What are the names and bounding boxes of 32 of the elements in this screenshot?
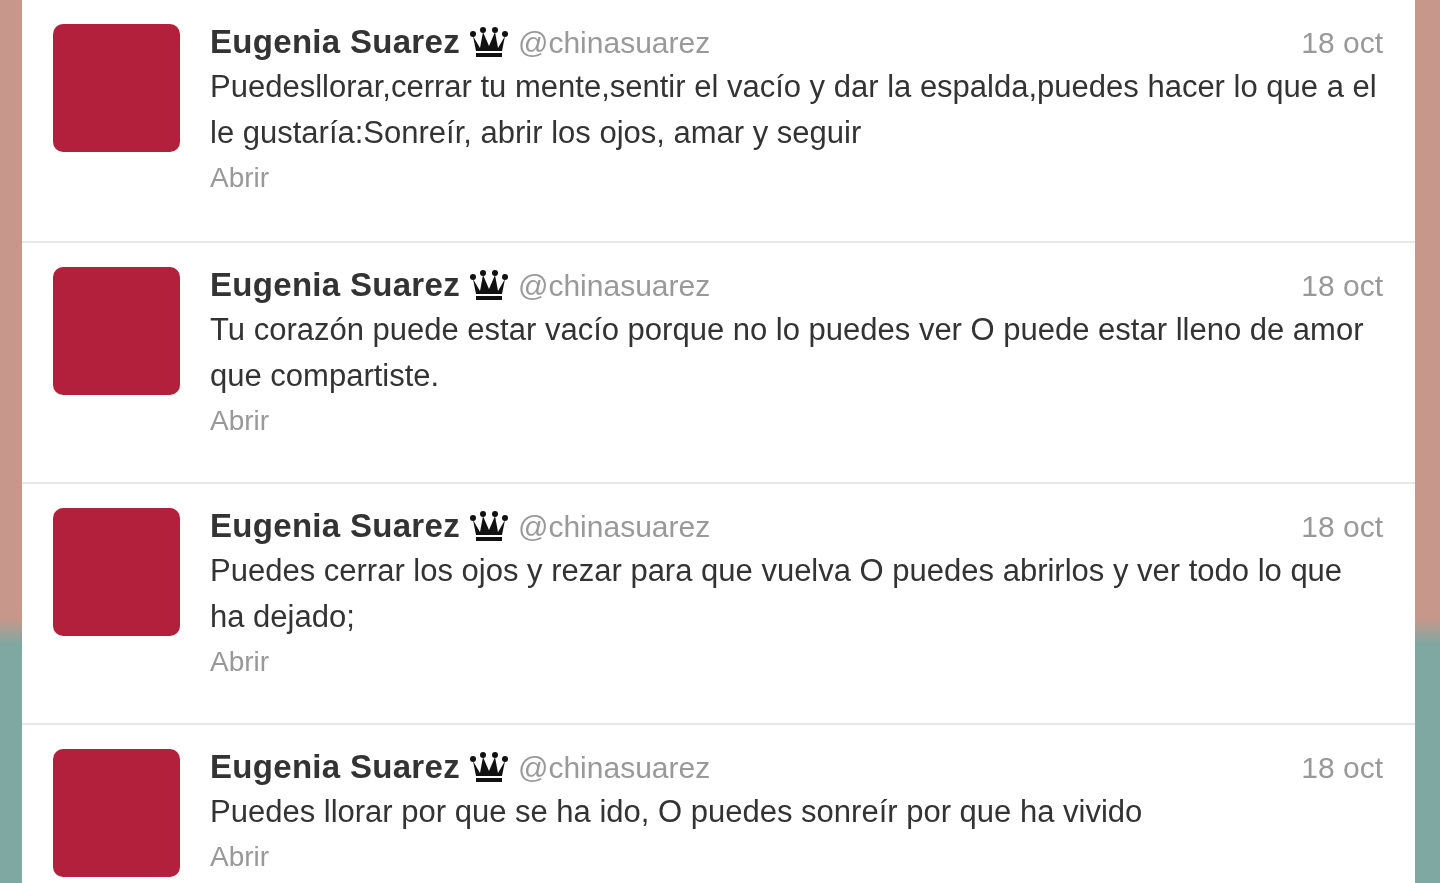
user-handle[interactable]: @chinasuarez: [517, 262, 711, 308]
crown-icon: [469, 751, 508, 783]
tweet-date[interactable]: 18 oct: [1301, 503, 1383, 549]
tweet-row[interactable]: Eugenia Suarez @chinasuarez 18 oct Tu corazón puede estar vacío porque no lo puedes ver O puede estar lleno de amor que compartiste. Abrir: [22, 241, 1415, 482]
tweet-text: Puedesllorar,cerrar tu mente,sentir el vacío y dar la espalda,puedes hacer lo que a el le gustaría:Sonreír, abrir los ojos, amar y seguir: [210, 68, 1378, 152]
avatar-photo-placeholder[interactable]: [53, 749, 180, 877]
user-handle[interactable]: @chinasuarez: [517, 503, 711, 549]
user-name[interactable]: Eugenia Suarez: [210, 501, 460, 551]
user-name[interactable]: Eugenia Suarez: [210, 742, 460, 792]
tweet-text: Tu corazón puede estar vacío porque no lo puedes ver O puede estar lleno de amor que compartiste.: [210, 311, 1365, 395]
user-handle[interactable]: @chinasuarez: [517, 744, 711, 790]
user-name[interactable]: Eugenia Suarez: [210, 17, 460, 67]
crown-icon: [469, 510, 508, 542]
crown-icon: [469, 26, 508, 58]
tweet-text: Puedes llorar por que se ha ido, O puedes sonreír por que ha vivido: [210, 793, 1144, 831]
expand-link[interactable]: Abrir: [210, 156, 270, 200]
tweet-row[interactable]: Eugenia Suarez @chinasuarez 18 oct Puedes llorar por que se ha ido, O puedes sonreír por que ha vivido Abrir: [22, 723, 1415, 883]
user-handle[interactable]: @chinasuarez: [517, 19, 711, 65]
expand-link[interactable]: Abrir: [210, 399, 270, 443]
tweet-row[interactable]: Eugenia Suarez @chinasuarez 18 oct Puedesllorar,cerrar tu mente,sentir el vacío y dar la espalda,puedes hacer lo que a el le gustaría:Sonreír, abrir los ojos, amar y seguir Abrir: [22, 0, 1415, 241]
crown-icon: [469, 269, 508, 301]
expand-link[interactable]: Abrir: [210, 835, 270, 879]
tweet-row[interactable]: Eugenia Suarez @chinasuarez 18 oct Puedes cerrar los ojos y rezar para que vuelva O puedes abrirlos y ver todo lo que ha dejado; Abrir: [22, 482, 1415, 723]
tweet-date[interactable]: 18 oct: [1301, 744, 1383, 790]
avatar-photo-placeholder[interactable]: [53, 508, 180, 636]
user-name[interactable]: Eugenia Suarez: [210, 260, 460, 310]
avatar-photo-placeholder[interactable]: [53, 24, 180, 152]
expand-link[interactable]: Abrir: [210, 640, 270, 684]
tweet-date[interactable]: 18 oct: [1301, 262, 1383, 308]
avatar-photo-placeholder[interactable]: [53, 267, 180, 395]
tweet-date[interactable]: 18 oct: [1301, 19, 1383, 65]
tweet-text: Puedes cerrar los ojos y rezar para que vuelva O puedes abrirlos y ver todo lo que ha dejado;: [210, 552, 1344, 636]
